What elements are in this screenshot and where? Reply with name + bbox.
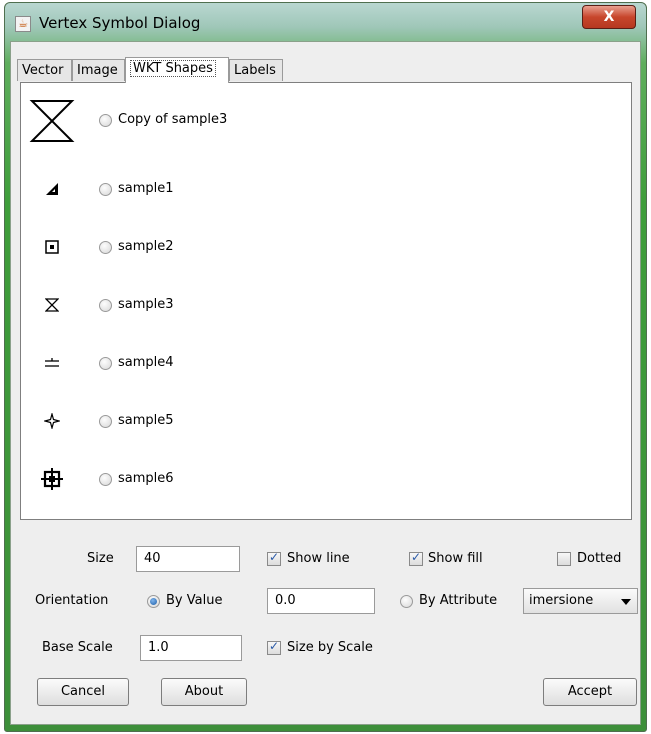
shape-label: sample3	[118, 297, 174, 312]
tab-label: Labels	[234, 63, 276, 78]
base-scale-input[interactable]: 1.0	[140, 635, 242, 661]
shape-radio[interactable]	[99, 241, 112, 254]
dialog-window: ☕ Vertex Symbol Dialog X Vector Image WK…	[4, 2, 647, 732]
shape-radio[interactable]	[99, 473, 112, 486]
tab-label: Vector	[22, 63, 64, 78]
show-line-checkbox[interactable]	[267, 550, 281, 566]
java-cup-icon: ☕	[15, 16, 31, 32]
shape-label: sample4	[118, 355, 174, 370]
square-dot-icon	[29, 227, 75, 267]
tab-label: Image	[77, 63, 118, 78]
orientation-label: Orientation	[35, 593, 109, 608]
hourglass-large-icon	[29, 97, 75, 145]
shape-row[interactable]: sample4	[21, 343, 421, 383]
dotted-checkbox[interactable]	[557, 552, 571, 566]
by-value-label: By Value	[166, 593, 223, 608]
tab-label: WKT Shapes	[130, 60, 216, 77]
show-fill-checkbox[interactable]	[409, 550, 423, 566]
shape-radio[interactable]	[99, 415, 112, 428]
crosshair-square-icon	[29, 459, 75, 499]
show-fill-label: Show fill	[428, 551, 483, 566]
window-title: Vertex Symbol Dialog	[39, 14, 201, 32]
shape-row[interactable]: Copy of sample3	[21, 100, 421, 142]
close-button[interactable]: X	[582, 5, 636, 29]
dotted-label: Dotted	[577, 551, 622, 566]
shape-label: sample1	[118, 181, 174, 196]
cancel-button[interactable]: Cancel	[37, 678, 129, 706]
orientation-value-input[interactable]: 0.0	[267, 588, 375, 614]
tab-labels[interactable]: Labels	[229, 59, 283, 81]
shape-row[interactable]: sample3	[21, 285, 421, 325]
title-bar[interactable]: ☕ Vertex Symbol Dialog X	[5, 3, 646, 41]
double-line-icon	[29, 343, 75, 383]
chevron-down-icon	[621, 599, 631, 605]
triangle-icon	[29, 169, 75, 209]
shape-row[interactable]: sample2	[21, 227, 421, 267]
by-attribute-radio[interactable]	[400, 595, 413, 608]
shape-label: sample6	[118, 471, 174, 486]
size-label: Size	[87, 551, 114, 566]
about-button[interactable]: About	[161, 678, 247, 706]
shape-label: sample2	[118, 239, 174, 254]
accept-button[interactable]: Accept	[543, 678, 637, 706]
size-by-scale-checkbox[interactable]	[267, 639, 281, 655]
size-by-scale-label: Size by Scale	[287, 640, 373, 655]
shape-row[interactable]: sample5	[21, 401, 421, 441]
show-line-label: Show line	[287, 551, 350, 566]
attribute-dropdown[interactable]: imersione	[523, 588, 638, 614]
star-icon	[29, 401, 75, 441]
shape-row[interactable]: sample6	[21, 459, 421, 499]
size-input[interactable]: 40	[136, 546, 240, 572]
tab-image[interactable]: Image	[72, 59, 125, 81]
dialog-body: Vector Image WKT Shapes Labels Copy of s…	[10, 41, 641, 725]
wkt-shapes-panel: Copy of sample3 sample1 sample2 sample3 …	[20, 82, 632, 520]
by-attribute-label: By Attribute	[419, 593, 498, 608]
base-scale-label: Base Scale	[42, 640, 113, 655]
shape-label: Copy of sample3	[118, 112, 228, 127]
tab-vector[interactable]: Vector	[17, 59, 72, 81]
attribute-dropdown-value: imersione	[529, 593, 594, 608]
tab-wkt-shapes[interactable]: WKT Shapes	[125, 57, 229, 83]
shape-label: sample5	[118, 413, 174, 428]
shape-radio[interactable]	[99, 183, 112, 196]
by-value-radio[interactable]	[147, 595, 160, 608]
shape-radio[interactable]	[99, 299, 112, 312]
shape-row[interactable]: sample1	[21, 169, 421, 209]
shape-radio[interactable]	[99, 114, 112, 127]
hourglass-icon	[29, 285, 75, 325]
shape-radio[interactable]	[99, 357, 112, 370]
